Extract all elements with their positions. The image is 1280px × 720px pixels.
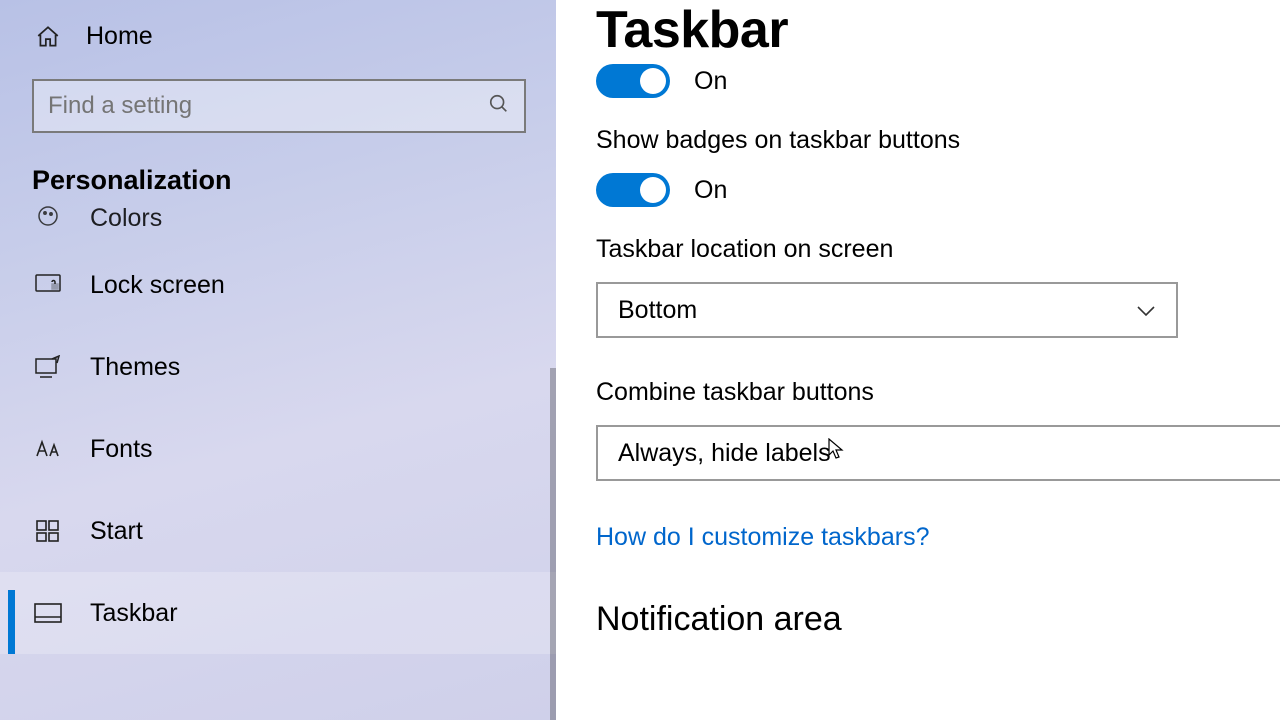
sidebar-item-taskbar[interactable]: Taskbar bbox=[0, 572, 556, 654]
sidebar-item-themes[interactable]: Themes bbox=[0, 326, 556, 408]
fonts-icon bbox=[34, 438, 62, 460]
location-dropdown[interactable]: Bottom bbox=[596, 282, 1178, 338]
help-link[interactable]: How do I customize taskbars? bbox=[596, 523, 1280, 552]
sidebar-item-label: Lock screen bbox=[90, 271, 225, 300]
start-icon bbox=[34, 520, 62, 542]
search-icon bbox=[488, 93, 510, 120]
sidebar-item-label: Fonts bbox=[90, 435, 153, 464]
location-label: Taskbar location on screen bbox=[596, 235, 1280, 264]
content-area: Taskbar On Show badges on taskbar button… bbox=[556, 0, 1280, 720]
sidebar-item-label: Start bbox=[90, 517, 143, 546]
sidebar-item-start[interactable]: Start bbox=[0, 490, 556, 572]
themes-icon bbox=[34, 355, 62, 379]
taskbar-icon bbox=[34, 603, 62, 623]
chevron-down-icon bbox=[1136, 296, 1156, 325]
page-title: Taskbar bbox=[596, 0, 1280, 60]
badges-label: Show badges on taskbar buttons bbox=[596, 126, 1280, 155]
nav-home-label: Home bbox=[86, 22, 153, 51]
sidebar-item-label: Themes bbox=[90, 353, 180, 382]
sidebar-item-label: Taskbar bbox=[90, 599, 178, 628]
toggle-prev[interactable] bbox=[596, 64, 670, 98]
nav-home[interactable]: Home bbox=[0, 10, 556, 63]
palette-icon bbox=[34, 204, 62, 228]
combine-label: Combine taskbar buttons bbox=[596, 378, 1280, 407]
search-field[interactable] bbox=[48, 92, 488, 120]
sidebar: Home Personalization Colors Lock screen … bbox=[0, 0, 556, 720]
sidebar-item-colors[interactable]: Colors bbox=[0, 204, 556, 244]
search-input[interactable] bbox=[32, 79, 526, 133]
scrollbar[interactable] bbox=[550, 368, 556, 720]
combine-value: Always, hide labels bbox=[618, 439, 831, 468]
section-title: Personalization bbox=[0, 133, 556, 204]
toggle-prev-state: On bbox=[694, 67, 727, 96]
notification-area-heading: Notification area bbox=[596, 600, 1280, 639]
combine-dropdown[interactable]: Always, hide labels bbox=[596, 425, 1280, 481]
sidebar-item-lockscreen[interactable]: Lock screen bbox=[0, 244, 556, 326]
lockscreen-icon bbox=[34, 274, 62, 296]
toggle-badges[interactable] bbox=[596, 173, 670, 207]
toggle-badges-state: On bbox=[694, 176, 727, 205]
sidebar-item-label: Colors bbox=[90, 204, 162, 233]
location-value: Bottom bbox=[618, 296, 697, 325]
home-icon bbox=[34, 24, 62, 50]
sidebar-item-fonts[interactable]: Fonts bbox=[0, 408, 556, 490]
